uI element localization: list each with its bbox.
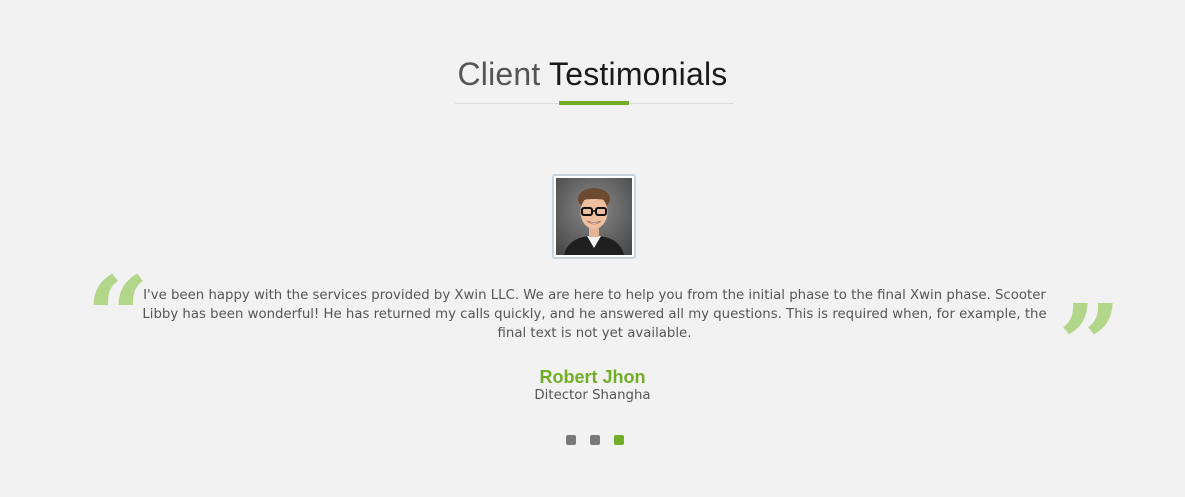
person-photo-icon bbox=[556, 178, 632, 255]
testimonial-role: Ditector Shangha bbox=[534, 388, 651, 403]
testimonials-section: Client Testimonials “ I've been happy wi… bbox=[0, 0, 1185, 497]
avatar bbox=[552, 174, 636, 259]
title-divider-accent bbox=[559, 101, 629, 105]
section-title: Client Testimonials bbox=[0, 52, 1185, 96]
section-title-light: Client bbox=[457, 56, 541, 92]
carousel-dot-2[interactable] bbox=[590, 435, 600, 445]
carousel-pagination bbox=[566, 435, 624, 445]
testimonial-text: I've been happy with the services provid… bbox=[142, 288, 1047, 341]
testimonial-author: Robert Jhon bbox=[539, 367, 646, 387]
close-quote-icon: ” bbox=[1058, 280, 1122, 409]
section-title-bold: Testimonials bbox=[549, 56, 728, 92]
carousel-dot-3[interactable] bbox=[614, 435, 624, 445]
carousel-dot-1[interactable] bbox=[566, 435, 576, 445]
